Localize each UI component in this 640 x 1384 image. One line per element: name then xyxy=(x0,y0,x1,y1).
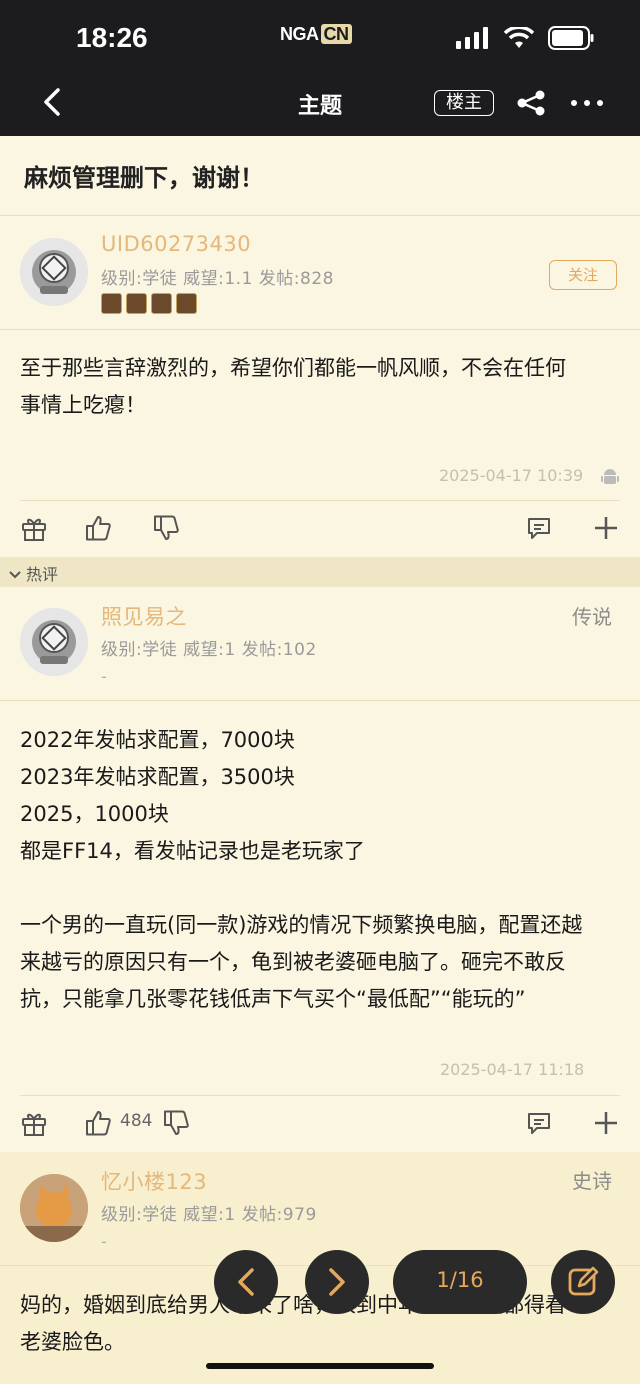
thread-title: 麻烦管理删下，谢谢！ xyxy=(24,164,264,192)
like-icon[interactable] xyxy=(84,514,112,542)
chevron-down-icon xyxy=(9,571,21,579)
chevron-left-icon xyxy=(238,1268,254,1296)
default-avatar-icon xyxy=(20,238,88,306)
content-line: 一个男的一直玩(同一款)游戏的情况下频繁换电脑，配置还越 xyxy=(20,913,583,937)
badge-icon xyxy=(151,293,172,314)
avatar[interactable] xyxy=(20,238,88,306)
user-signature: - xyxy=(101,1232,107,1251)
post-username[interactable]: UID60273430 xyxy=(101,232,251,256)
post-actions xyxy=(0,500,640,556)
reply-tag: 史诗 xyxy=(572,1169,612,1193)
next-page-button[interactable] xyxy=(305,1250,369,1314)
logo-cn: CN xyxy=(320,24,352,44)
post-username[interactable]: 照见易之 xyxy=(101,601,187,631)
like-count: 484 xyxy=(120,1111,153,1131)
content-line: 2022年发帖求配置，7000块 xyxy=(20,728,295,752)
home-indicator xyxy=(206,1363,434,1369)
post-user-meta: 级别:学徒 威望:1 发帖:979 xyxy=(101,1205,317,1225)
signal-icon xyxy=(456,27,488,49)
louzhu-filter-button[interactable]: 楼主 xyxy=(434,90,494,116)
hot-comments-text: 热评 xyxy=(26,565,59,584)
cat-avatar-icon xyxy=(20,1174,88,1242)
comment-icon[interactable] xyxy=(525,1109,553,1137)
post-content: 至于那些言辞激烈的，希望你们都能一帆风顺，不会在任何 事情上吃瘪！ xyxy=(20,350,566,424)
top-bar: 18:26 NGA CN 主题 楼主 xyxy=(0,0,640,136)
dislike-icon[interactable] xyxy=(152,514,180,542)
content-line: 2025，1000块 xyxy=(20,802,169,826)
post-user-meta: 级别:学徒 威望:1 发帖:102 xyxy=(101,640,317,660)
hot-comments-header[interactable]: 热评 xyxy=(0,557,640,587)
badge-icon xyxy=(176,293,197,314)
dislike-icon[interactable] xyxy=(162,1109,190,1137)
badge-icon xyxy=(126,293,147,314)
page-indicator-button[interactable]: 1/16 xyxy=(393,1250,527,1314)
content-blank-line xyxy=(20,870,582,907)
compose-reply-button[interactable] xyxy=(551,1250,615,1314)
chevron-right-icon xyxy=(329,1268,345,1296)
divider xyxy=(0,215,640,216)
default-avatar-icon xyxy=(20,608,88,676)
android-icon xyxy=(601,469,619,484)
user-signature: - xyxy=(101,667,107,686)
post-content: 2022年发帖求配置，7000块 2023年发帖求配置，3500块 2025，1… xyxy=(20,722,582,1018)
avatar[interactable] xyxy=(20,1174,88,1242)
content-line: 来越亏的原因只有一个，龟到被老婆砸电脑了。砸完不敢反 xyxy=(20,950,566,974)
reply-tag: 传说 xyxy=(572,605,612,629)
avatar[interactable] xyxy=(20,608,88,676)
plus-icon[interactable] xyxy=(592,1109,620,1137)
post-user-meta: 级别:学徒 威望:1.1 发帖:828 xyxy=(101,269,334,289)
prev-page-button[interactable] xyxy=(214,1250,278,1314)
post-username[interactable]: 忆小楼123 xyxy=(101,1166,207,1196)
edit-icon xyxy=(568,1266,599,1296)
status-icons xyxy=(456,26,594,50)
comment-icon[interactable] xyxy=(525,514,553,542)
post-time: 2025-04-17 11:18 xyxy=(440,1060,585,1079)
plus-icon[interactable] xyxy=(592,514,620,542)
content-line: 抗，只能拿几张零花钱低声下气买个“最低配”“能玩的” xyxy=(20,987,526,1011)
battery-icon xyxy=(548,26,594,50)
content-line: 事情上吃瘪！ xyxy=(20,393,146,417)
divider xyxy=(0,700,640,701)
content-line: 都是FF14，看发帖记录也是老玩家了 xyxy=(20,839,365,863)
status-time: 18:26 xyxy=(76,22,148,53)
logo-main: NGA xyxy=(280,24,319,44)
follow-button[interactable]: 关注 xyxy=(549,260,617,290)
badge-icon xyxy=(101,293,122,314)
more-icon[interactable] xyxy=(570,92,604,114)
hot-comments-label: 热评 xyxy=(8,561,58,585)
page-indicator: 1/16 xyxy=(436,1268,484,1292)
post-actions: 484 xyxy=(0,1095,640,1151)
like-icon[interactable] xyxy=(84,1109,112,1137)
content-line: 至于那些言辞激烈的，希望你们都能一帆风顺，不会在任何 xyxy=(20,356,566,380)
content-line: 2023年发帖求配置，3500块 xyxy=(20,765,295,789)
wifi-icon xyxy=(504,27,534,48)
gift-icon[interactable] xyxy=(20,514,48,542)
share-icon[interactable] xyxy=(516,90,546,116)
content-line: 老婆脸色。 xyxy=(20,1330,125,1354)
app-logo: NGA CN xyxy=(280,24,352,45)
gift-icon[interactable] xyxy=(20,1109,48,1137)
post-time: 2025-04-17 10:39 xyxy=(439,466,584,485)
divider xyxy=(0,329,640,330)
user-badges xyxy=(101,293,197,314)
